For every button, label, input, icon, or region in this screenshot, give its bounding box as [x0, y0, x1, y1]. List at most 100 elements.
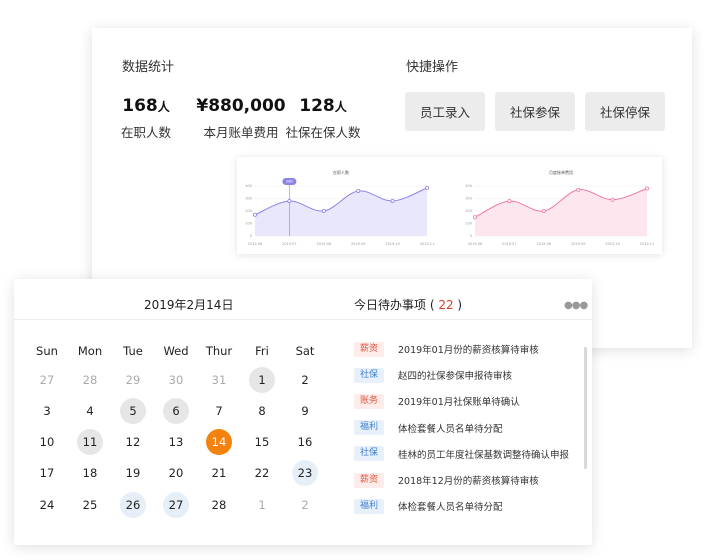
todo-item[interactable]: 薪资 2019年01月份的薪资核算待审核: [354, 341, 539, 357]
todo-item[interactable]: 社保 桂林的员工年度社保基数调整待确认申报: [354, 446, 569, 462]
todo-item[interactable]: 账务 2019年01月社保账单待确认: [354, 393, 520, 409]
todo-item[interactable]: 社保 赵四的社保参保申报待审核: [354, 367, 512, 383]
data-point: [287, 199, 292, 204]
calendar-day-today[interactable]: 14: [206, 429, 232, 455]
data-point: [507, 199, 512, 204]
calendar-day[interactable]: 5: [120, 398, 146, 424]
employee-entry-button[interactable]: 员工录入: [405, 92, 485, 131]
calendar-day[interactable]: 30: [163, 367, 189, 393]
calendar-day[interactable]: 4: [77, 398, 103, 424]
weekday-mon: Mon: [77, 344, 103, 358]
series-area: [255, 187, 427, 236]
x-tick-label: 2019.10: [605, 242, 619, 246]
x-tick-label: 2019.11: [640, 242, 654, 246]
weekday-tue: Tue: [123, 344, 143, 358]
stat-insured-label: 社保在保人数: [285, 125, 361, 140]
weekday-wed: Wed: [163, 344, 189, 358]
data-point: [321, 209, 326, 214]
todo-tag: 福利: [354, 420, 384, 436]
todo-item[interactable]: 福利 体检套餐人员名单待分配: [354, 420, 503, 436]
x-tick-label: 2019.09: [571, 242, 585, 246]
todo-item[interactable]: 福利 体检套餐人员名单待分配: [354, 498, 503, 514]
y-tick-label: 100: [465, 222, 472, 226]
y-tick-label: 300: [465, 197, 472, 201]
y-tick-label: 200: [245, 209, 252, 213]
x-tick-label: 2019.07: [282, 242, 296, 246]
data-point: [424, 185, 429, 190]
calendar-day[interactable]: 22: [249, 460, 275, 486]
x-tick-label: 2019.10: [385, 242, 399, 246]
calendar-day[interactable]: 28: [206, 492, 232, 518]
charts-panel: 在职人数 400 300 200 100 0 2019.06 2019.07 2019.08 20…: [237, 157, 662, 254]
calendar-day[interactable]: 12: [120, 429, 146, 455]
calendar-day[interactable]: 7: [206, 398, 232, 424]
calendar-day[interactable]: 19: [120, 460, 146, 486]
weekday-fri: Fri: [255, 344, 269, 358]
calendar-card: 2019年2月14日 今日待办事项 ( 22 ) ●●● Sun Mon Tue We…: [14, 279, 592, 545]
data-point: [390, 199, 395, 204]
calendar-day[interactable]: 13: [163, 429, 189, 455]
data-point: [576, 187, 581, 192]
todo-text: 体检套餐人员名单待分配: [398, 423, 503, 435]
calendar-day[interactable]: 2: [292, 492, 318, 518]
x-tick-label: 2019.09: [351, 242, 365, 246]
calendar-day[interactable]: 28: [77, 367, 103, 393]
calendar-day[interactable]: 11: [77, 429, 103, 455]
calendar-day[interactable]: 18: [77, 460, 103, 486]
x-tick-label: 2019.06: [468, 242, 482, 246]
more-icon[interactable]: ●●●: [564, 300, 588, 311]
chart-title: 在职人数: [333, 169, 349, 175]
stat-employees-value: 168人: [122, 96, 170, 116]
social-insurance-enroll-button[interactable]: 社保参保: [495, 92, 575, 131]
calendar-day[interactable]: 25: [77, 492, 103, 518]
calendar-day[interactable]: 1: [249, 367, 275, 393]
todo-text: 2019年01月社保账单待确认: [398, 397, 520, 409]
calendar-day[interactable]: 8: [249, 398, 275, 424]
calendar-day[interactable]: 15: [249, 429, 275, 455]
calendar-day[interactable]: 24: [34, 492, 60, 518]
stat-employees-label: 在职人数: [120, 125, 171, 140]
todo-text: 体检套餐人员名单待分配: [398, 502, 503, 514]
stat-insured-value: 128人: [299, 96, 347, 116]
calendar-day[interactable]: 16: [292, 429, 318, 455]
charts-svg: 在职人数 400 300 200 100 0 2019.06 2019.07 2019.08 20…: [245, 169, 654, 246]
y-tick-label: 200: [465, 209, 472, 213]
calendar-day[interactable]: 9: [292, 398, 318, 424]
calendar-day[interactable]: 26: [120, 492, 146, 518]
todo-count: 22: [438, 298, 454, 312]
calendar-day[interactable]: 3: [34, 398, 60, 424]
hover-value: 280: [286, 180, 294, 184]
stats-title: 数据统计: [122, 60, 175, 75]
todo-tag: 薪资: [354, 472, 384, 488]
calendar-day[interactable]: 2: [292, 367, 318, 393]
y-tick-label: 400: [245, 184, 252, 188]
calendar-date: 2019年2月14日: [144, 298, 234, 312]
todo-scrollbar[interactable]: [584, 347, 587, 469]
todo-text: 桂林的员工年度社保基数调整待确认申报: [398, 449, 570, 461]
calendar-day[interactable]: 17: [34, 460, 60, 486]
stat-insured: 128人 社保在保人数: [278, 96, 368, 141]
calendar-day[interactable]: 6: [163, 398, 189, 424]
todo-tag: 账务: [354, 393, 384, 409]
x-tick-label: 2019.06: [248, 242, 262, 246]
y-tick-label: 100: [245, 222, 252, 226]
todo-text: 2018年12月份的薪资核算待审核: [398, 476, 539, 487]
y-tick-label: 0: [250, 234, 252, 238]
quick-title: 快捷操作: [406, 60, 459, 75]
calendar-day[interactable]: 1: [249, 492, 275, 518]
chart-title: 月度账单费用: [549, 169, 573, 175]
calendar-day[interactable]: 23: [292, 460, 318, 486]
calendar-day[interactable]: 20: [163, 460, 189, 486]
calendar-day[interactable]: 29: [120, 367, 146, 393]
todo-title: 今日待办事项 ( 22 ): [354, 298, 463, 312]
data-point: [541, 209, 546, 214]
calendar-day[interactable]: 31: [206, 367, 232, 393]
calendar-day[interactable]: 27: [34, 367, 60, 393]
social-insurance-stop-button[interactable]: 社保停保: [585, 92, 665, 131]
todo-item[interactable]: 薪资 2018年12月份的薪资核算待审核: [354, 472, 539, 488]
todo-tag: 社保: [354, 367, 384, 383]
calendar-day[interactable]: 21: [206, 460, 232, 486]
calendar-day[interactable]: 10: [34, 429, 60, 455]
data-point: [472, 215, 477, 220]
calendar-day[interactable]: 27: [163, 492, 189, 518]
